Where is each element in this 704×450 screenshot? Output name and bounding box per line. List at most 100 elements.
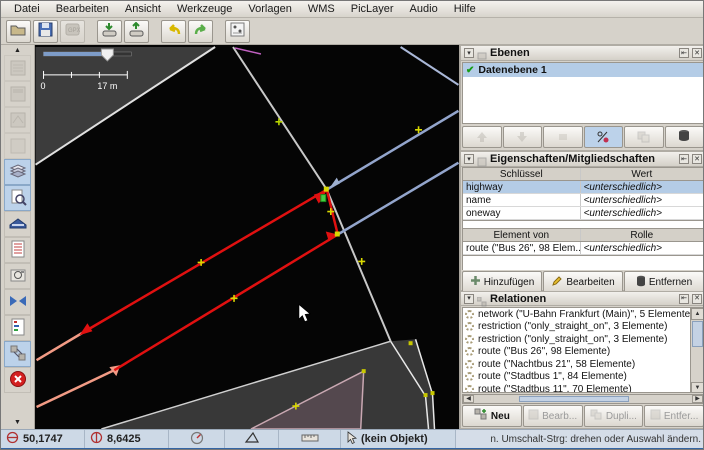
edit-tag-button[interactable]: Bearbeiten [543,271,623,293]
scale-max-label: 17 m [97,81,117,91]
main-toolbar: GPX [1,18,704,45]
membership-row[interactable]: route ("Bus 26", 98 Elem... <unterschied… [463,242,703,255]
command-stack-toggle[interactable] [4,211,31,237]
relations-horizontal-scrollbar[interactable]: ◀ ▶ [462,394,704,404]
open-button[interactable] [6,20,31,43]
new-relation-button[interactable]: Neu [462,405,522,427]
edit-relation-button: Bearb... [523,405,583,427]
relation-item[interactable]: route ("Nachtbus 21", 58 Elemente) [463,358,703,371]
list-icon [10,240,26,261]
save-button[interactable] [33,20,58,43]
dialog-toggle-1 [4,55,31,81]
scroll-down-icon[interactable]: ▼ [691,382,704,393]
layer-visible-icon[interactable]: ✔ [466,65,474,76]
member-element: route ("Bus 26", 98 Elem... [463,242,581,254]
collapse-icon[interactable]: ▾ [464,48,474,58]
status-hint: n. Umschalt-Strg: drehen oder Auswahl än… [456,430,704,448]
menu-piclayer[interactable]: PicLayer [344,2,401,16]
undo-button[interactable] [161,20,186,43]
menu-bar: Datei Bearbeiten Ansicht Werkzeuge Vorla… [1,1,704,18]
tag-row[interactable]: oneway <unterschiedlich> [463,207,703,220]
relation-item[interactable]: restriction ("only_straight_on", 3 Eleme… [463,333,703,346]
tag-row[interactable]: highway <unterschiedlich> [463,181,703,194]
collapse-icon[interactable]: ▾ [464,154,474,164]
way-salmon-upper [37,332,84,360]
save-disk-icon [38,22,53,40]
scroll-left-icon[interactable]: ◀ [463,395,474,403]
relations-list: network ("U-Bahn Frankfurt (Main)", 5 El… [462,307,704,393]
road-blue-upper [327,111,459,190]
menu-datei[interactable]: Datei [7,2,47,16]
sticky-icon[interactable]: ⇤ [679,154,689,164]
close-icon[interactable]: ✕ [692,154,702,164]
map-canvas[interactable]: 0 17 m [35,45,459,429]
validator-toggle[interactable] [4,367,31,393]
relation-item[interactable]: route ("Stadtbus 1", 84 Elemente) [463,371,703,384]
node[interactable] [335,232,340,237]
remove-tag-button[interactable]: Entfernen [624,271,704,293]
relations-vertical-scrollbar[interactable]: ▲ ▼ [690,308,703,393]
area-bottom-right [101,339,434,429]
tag-row[interactable]: name <unterschiedlich> [463,194,703,207]
layers-toggle[interactable] [4,159,31,185]
collapse-icon[interactable]: ▾ [464,294,474,304]
distance-field [279,430,341,448]
relation-icon [465,385,474,393]
download-button[interactable] [97,20,122,43]
menu-hilfe[interactable]: Hilfe [447,2,483,16]
collapse-down-icon[interactable]: ▼ [5,418,31,427]
relation-item[interactable]: restriction ("only_straight_on", 3 Eleme… [463,321,703,334]
layer-delete-button[interactable] [665,126,704,148]
node[interactable] [362,369,366,373]
relation-icon [465,360,474,369]
menu-werkzeuge[interactable]: Werkzeuge [170,2,239,16]
mapstyle-toggle[interactable] [4,263,31,289]
relation-item[interactable]: route ("Bus 26", 98 Elemente) [463,346,703,359]
upload-button[interactable] [124,20,149,43]
relation-icon [465,372,474,381]
menu-wms[interactable]: WMS [301,2,342,16]
conflict-toggle[interactable] [4,289,31,315]
scroll-up-icon[interactable]: ▲ [691,308,704,320]
layer-item[interactable]: ✔ Datenebene 1 [463,63,703,77]
sticky-icon[interactable]: ⇤ [679,294,689,304]
menu-audio[interactable]: Audio [403,2,445,16]
search-toggle[interactable] [4,185,31,211]
duplicate-relation-icon [590,409,603,423]
heading-field [169,430,225,448]
relation-label: network ("U-Bahn Frankfurt (Main)", 5 El… [478,309,694,320]
filter-toggle[interactable] [4,315,31,341]
relation-label: route ("Stadtbus 11", 70 Elemente) [478,384,632,393]
selection-list-toggle[interactable] [4,237,31,263]
dock-area: ▾ Ebenen ⇤ ✕ ✔ Datenebene 1 [459,45,704,429]
node[interactable] [431,391,435,395]
close-icon[interactable]: ✕ [692,294,702,304]
sticky-icon[interactable]: ⇤ [679,48,689,58]
menu-vorlagen[interactable]: Vorlagen [241,2,298,16]
relation-item[interactable]: route ("Stadtbus 11", 70 Elemente) [463,383,703,393]
redo-button[interactable] [188,20,213,43]
scrollbar-thumb[interactable] [692,321,703,347]
upload-icon [128,22,145,40]
menu-ansicht[interactable]: Ansicht [118,2,168,16]
scroll-right-icon[interactable]: ▶ [692,395,703,403]
relation-icon [465,347,474,356]
duplicate-relation-label: Dupli... [606,411,637,422]
properties-panel-titlebar: ▾ Eigenschaften/Mitgliedschaften ⇤ ✕ [461,152,704,167]
preferences-button[interactable] [225,20,250,43]
properties-panel-title: Eigenschaften/Mitgliedschaften [490,153,655,165]
node[interactable] [324,187,329,192]
node[interactable] [424,393,428,397]
add-tag-button[interactable]: Hinzufügen [462,271,542,293]
menu-bearbeiten[interactable]: Bearbeiten [49,2,116,16]
close-icon[interactable]: ✕ [692,48,702,58]
relations-toggle[interactable] [4,341,31,367]
road-magenta [235,48,261,54]
relation-item[interactable]: network ("U-Bahn Frankfurt (Main)", 5 El… [463,308,703,321]
relations-panel-titlebar: ▾ Relationen ⇤ ✕ [461,292,704,306]
scrollbar-thumb[interactable] [519,396,629,402]
layer-opacity-button[interactable] [584,126,624,148]
collapse-up-icon[interactable]: ▲ [5,46,31,55]
node[interactable] [409,341,413,345]
node-green[interactable] [321,195,326,202]
